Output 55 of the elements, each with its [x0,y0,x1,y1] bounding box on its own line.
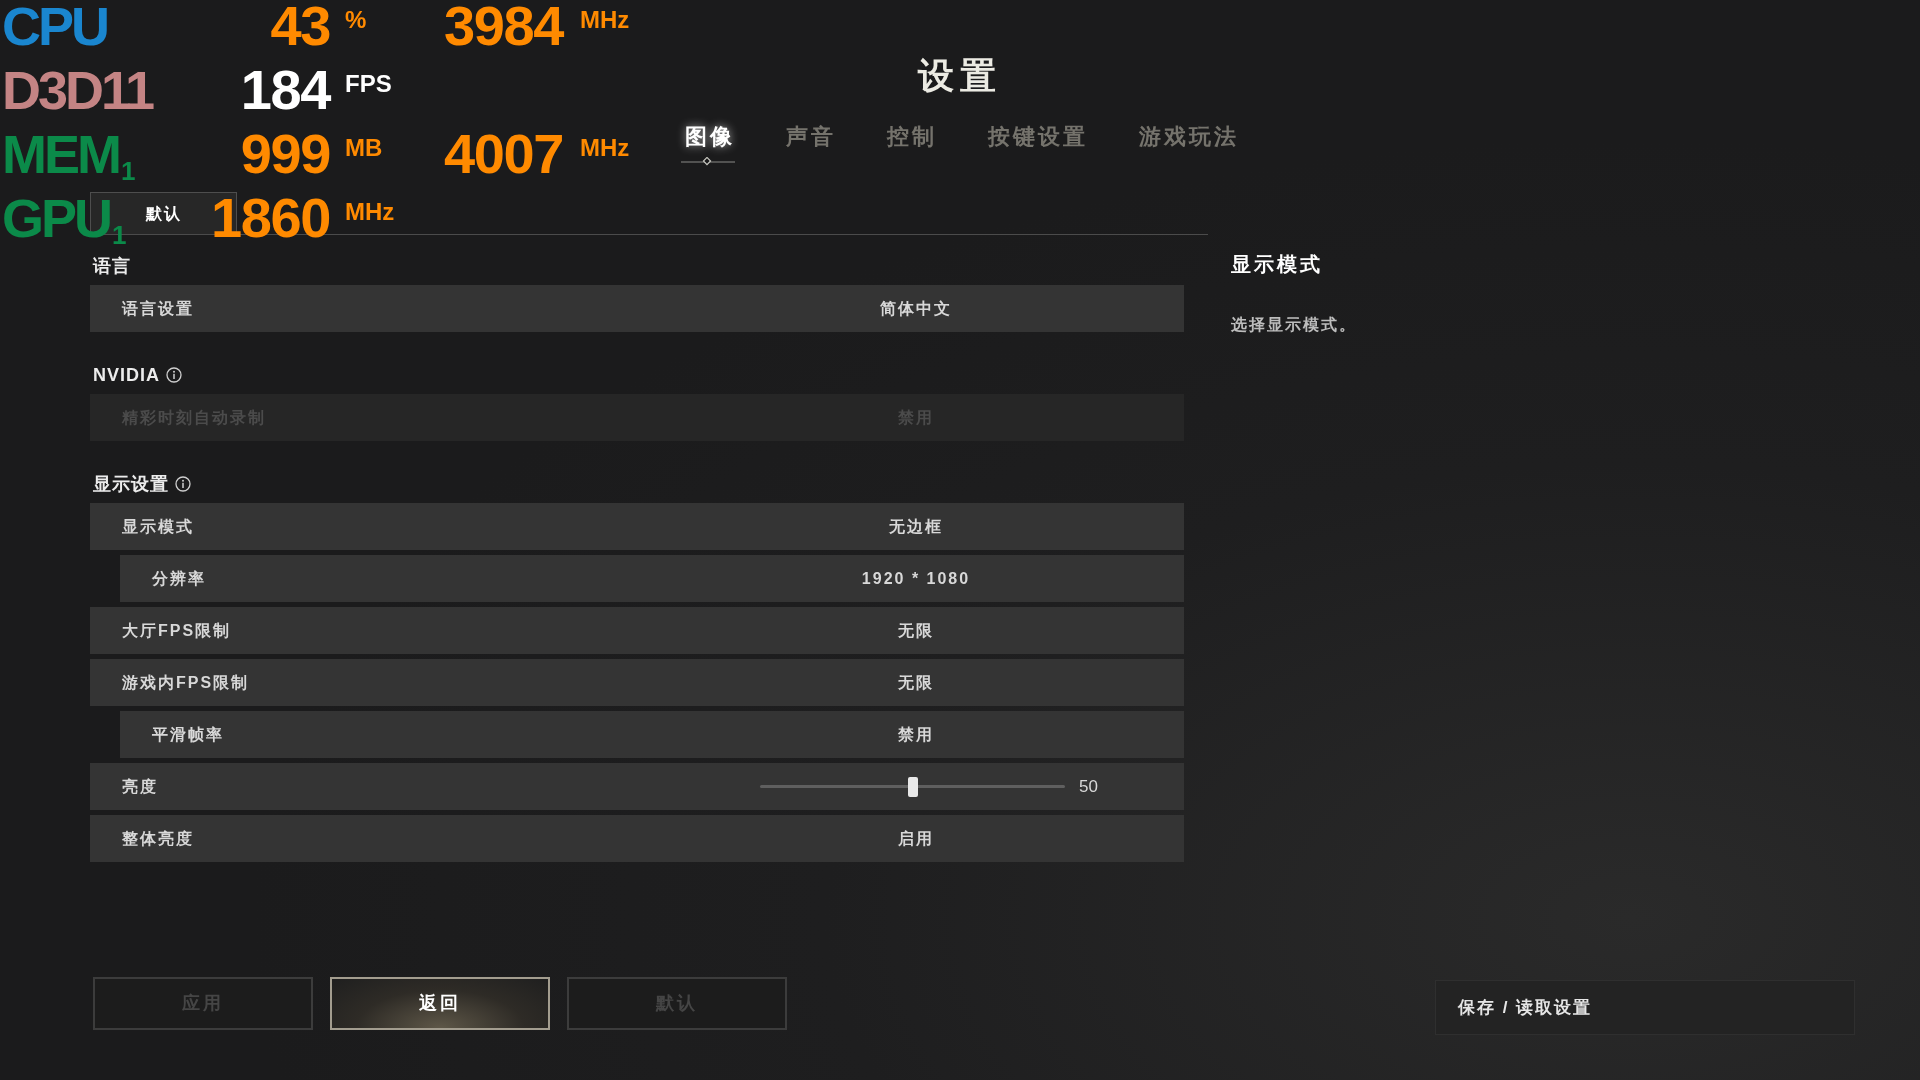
osd-label: CPU [2,0,107,52]
setting-value: 无限 [898,672,934,693]
setting-value: 无边框 [889,516,943,537]
setting-value: 启用 [898,828,934,849]
setting-row[interactable]: 大厅FPS限制 无限 [90,607,1184,654]
osd-value: 184 [240,64,330,116]
setting-label: 大厅FPS限制 [121,620,232,641]
osd-unit: % [345,8,367,32]
osd-unit: MHz [580,8,630,32]
info-icon[interactable] [166,367,182,383]
setting-row[interactable]: 语言设置 简体中文 [90,285,1184,332]
setting-row[interactable]: 整体亮度 启用 [90,815,1184,862]
osd-value: 3984 [444,0,563,52]
slider-value: 50 [1079,775,1098,798]
section-heading: NVIDIA [93,363,160,387]
osd-value: 43 [270,0,330,52]
osd-unit: MB [345,136,383,160]
detail-description: 选择显示模式。 [1231,315,1357,335]
osd-value: 999 [240,128,330,180]
setting-value: 无限 [898,620,934,641]
tab[interactable]: 按键设置 [985,122,1088,152]
setting-label: 整体亮度 [121,828,194,849]
setting-label: 亮度 [121,776,158,797]
setting-row[interactable]: 游戏内FPS限制 无限 [90,659,1184,706]
setting-row[interactable]: 分辨率 1920 * 1080 [120,555,1184,602]
setting-label: 语言设置 [120,298,194,319]
setting-label: 游戏内FPS限制 [121,672,250,693]
info-icon[interactable] [175,476,191,492]
setting-row[interactable]: 亮度 50 [90,763,1184,810]
setting-value: 禁用 [898,724,934,745]
osd-label: D3D11 [2,64,153,116]
osd-unit: MHz [580,136,630,160]
setting-value: 1920 * 1080 [861,568,971,589]
setting-label: 分辨率 [151,568,206,589]
setting-row[interactable]: 显示模式 无边框 [90,503,1184,550]
setting-value: 简体中文 [880,298,952,319]
footer-button[interactable]: 返回 [330,977,550,1030]
section-heading: 语言 [93,254,131,278]
underline-diamond-icon [681,157,735,167]
osd-label: MEM$_{1}$ [2,128,136,180]
slider-thumb[interactable] [907,776,918,797]
tab[interactable]: 游戏玩法 [1136,122,1239,152]
osd-unit: MHz [345,200,395,224]
tab[interactable]: 控制 [884,122,937,152]
osd-value: 4007 [444,128,563,180]
setting-label: 平滑帧率 [151,724,224,745]
detail-title: 显示模式 [1231,252,1323,277]
tab[interactable]: 声音 [783,122,836,152]
page-title: 设置 [918,54,1002,98]
section-heading: 显示设置 [93,472,169,496]
osd-unit: FPS [345,72,392,96]
setting-label: 显示模式 [121,516,194,537]
setting-row[interactable]: 平滑帧率 禁用 [120,711,1184,758]
tab[interactable]: 图像 [681,122,735,167]
save-load-button[interactable]: 保存 / 读取设置 [1435,980,1855,1035]
